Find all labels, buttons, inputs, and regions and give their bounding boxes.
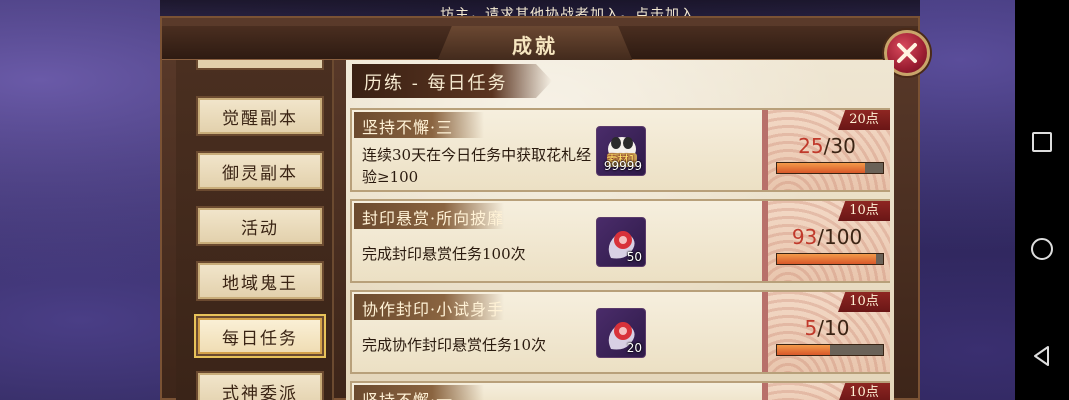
sidebar-item-partial[interactable]: [196, 60, 324, 70]
sidebar-item-events[interactable]: 活动: [196, 206, 324, 246]
points-badge: 10点: [838, 292, 890, 312]
progress-bar: [776, 253, 884, 265]
task-title: 封印悬赏·所向披靡: [362, 209, 505, 228]
system-nav-bar: [1015, 0, 1069, 400]
task-title: 坚持不懈·一: [362, 387, 453, 400]
task-card[interactable]: 坚持不懈·三 连续30天在今日任务中获取花札经验≥100 素材1 99999 2…: [350, 108, 890, 192]
materials-chest-icon[interactable]: 素材1 99999: [596, 126, 646, 176]
back-triangle: [1034, 346, 1049, 366]
sidebar-item-label: 御灵副本: [222, 163, 298, 184]
progress-bar: [776, 162, 884, 174]
reward-count: 99999: [603, 159, 642, 173]
task-card[interactable]: 封印悬赏·所向披靡 完成封印悬赏任务100次 50 10点 93/100: [350, 199, 890, 283]
progress-bar-fill: [777, 163, 866, 173]
sidebar-item-awakening[interactable]: 觉醒副本: [196, 96, 324, 136]
sidebar-item-daily-tasks[interactable]: 每日任务: [196, 316, 324, 356]
progress-total: /10: [817, 316, 850, 340]
progress-bar-fill: [777, 345, 830, 355]
task-title: 协作封印·小试身手: [362, 300, 505, 319]
section-title: 历练 - 每日任务: [364, 73, 508, 94]
task-title: 坚持不懈·三: [362, 118, 454, 137]
home-icon[interactable]: [1031, 238, 1053, 260]
progress-total: /30: [823, 134, 856, 158]
progress-total: /100: [817, 225, 863, 249]
window-title: 成就: [512, 34, 558, 58]
sidebar-item-spirit[interactable]: 御灵副本: [196, 151, 324, 191]
back-icon[interactable]: [1030, 344, 1054, 368]
progress-panel: 10点 5/10: [762, 292, 890, 372]
task-description: 连续30天在今日任务中获取花札经验≥100: [362, 146, 592, 186]
sidebar-item-label: 地域鬼王: [222, 273, 298, 294]
progress-text: 25/30: [768, 134, 886, 158]
progress-text: 5/10: [768, 316, 886, 340]
progress-panel: 10点 93/100: [762, 201, 890, 281]
sidebar-item-label: 式神委派: [222, 383, 298, 400]
task-card[interactable]: 协作封印·小试身手 完成协作封印悬赏任务10次 20 10点 5/10: [350, 290, 890, 374]
progress-text: 93/100: [768, 225, 886, 249]
progress-current: 25: [798, 134, 824, 158]
progress-bar-fill: [777, 254, 876, 264]
daruma-sack-icon[interactable]: 20: [596, 308, 646, 358]
progress-current: 93: [791, 225, 818, 249]
sidebar-item-label: 觉醒副本: [222, 108, 298, 129]
progress-current: 5: [804, 316, 818, 340]
progress-panel: 20点 25/30: [762, 110, 890, 190]
progress-panel: 10点: [762, 383, 890, 400]
points-badge: 10点: [838, 383, 890, 400]
task-card[interactable]: 坚持不懈·一 10点: [350, 381, 890, 400]
daruma-sack-icon[interactable]: 50: [596, 217, 646, 267]
task-description: 完成封印悬赏任务100次: [362, 245, 526, 263]
points-badge: 10点: [838, 201, 890, 221]
reward-count: 20: [626, 341, 642, 355]
sidebar-item-label: 活动: [241, 218, 279, 239]
points-badge: 20点: [838, 110, 890, 130]
sidebar-item-shikigami-commission[interactable]: 式神委派: [196, 371, 324, 400]
progress-bar: [776, 344, 884, 356]
category-sidebar[interactable]: 觉醒副本 御灵副本 活动 地域鬼王 每日任务 式神委派: [176, 60, 334, 400]
recent-apps-icon[interactable]: [1032, 132, 1052, 152]
reward-count: 50: [626, 250, 642, 264]
close-icon: [897, 43, 917, 63]
task-description: 完成协作封印悬赏任务10次: [362, 336, 547, 354]
sidebar-item-label: 每日任务: [222, 328, 298, 349]
sidebar-item-demon-king[interactable]: 地域鬼王: [196, 261, 324, 301]
